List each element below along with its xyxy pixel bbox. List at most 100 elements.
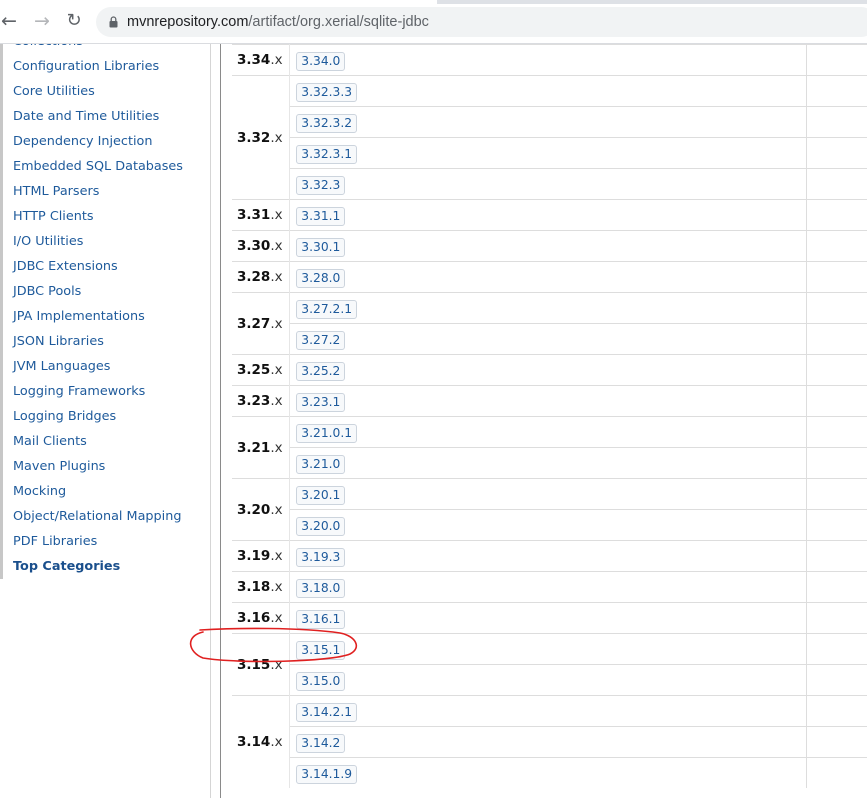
version-link[interactable]: 3.14.2: [296, 733, 346, 753]
sidebar-item-json-libraries[interactable]: JSON Libraries: [0, 329, 212, 354]
version-group-label: 3.14.x: [232, 695, 291, 788]
version-link[interactable]: 3.32.3: [296, 175, 346, 195]
version-link[interactable]: 3.28.0: [296, 268, 346, 288]
sidebar-item-core-utilities[interactable]: Core Utilities: [0, 79, 212, 104]
sidebar-item-jdbc-extensions[interactable]: JDBC Extensions: [0, 254, 212, 279]
version-group-number: 3.14: [237, 734, 271, 750]
version-link-cell: 3.34.0: [289, 44, 807, 76]
version-link-cell: 3.32.3.2: [289, 106, 807, 138]
version-link[interactable]: 3.20.1: [296, 485, 346, 505]
content-divider: [220, 44, 221, 798]
version-extra-cell: [806, 137, 867, 169]
version-row: 3.32.x 3.32.3.3: [232, 75, 867, 200]
version-link[interactable]: 3.34.0: [296, 51, 346, 71]
address-bar[interactable]: mvnrepository.com/artifact/org.xerial/sq…: [96, 7, 867, 37]
sidebar-item-mocking[interactable]: Mocking: [0, 479, 212, 504]
sidebar-item-jvm-languages[interactable]: JVM Languages: [0, 354, 212, 379]
version-group-label: 3.16.x: [232, 602, 291, 634]
version-group-number: 3.34: [237, 52, 271, 68]
sidebar-item-i-o-utilities[interactable]: I/O Utilities: [0, 229, 212, 254]
version-group-number: 3.15: [237, 656, 271, 673]
versions-table-container: 3.35.x3.35.03.34.x3.34.03.32.x3.32.3.33.…: [232, 44, 867, 798]
version-link[interactable]: 3.16.1: [296, 609, 346, 629]
version-link[interactable]: 3.18.0: [296, 578, 346, 598]
version-link[interactable]: 3.23.1: [296, 392, 346, 412]
version-link[interactable]: 3.21.0: [296, 454, 346, 474]
version-group-suffix: .x: [270, 393, 283, 409]
version-link[interactable]: 3.14.1.9: [296, 764, 358, 784]
version-link[interactable]: 3.20.0: [296, 516, 346, 536]
tab-strip: [0, 0, 867, 4]
version-row: 3.14.1.9: [232, 757, 867, 788]
version-link-cell: 3.30.1: [289, 230, 807, 262]
version-link[interactable]: 3.32.3.2: [296, 113, 358, 133]
sidebar-item-logging-bridges[interactable]: Logging Bridges: [0, 404, 212, 429]
sidebar-item-jpa-implementations[interactable]: JPA Implementations: [0, 304, 212, 329]
back-arrow-icon[interactable]: ←: [0, 8, 22, 34]
version-row: 3.34.x 3.34.0: [232, 44, 867, 76]
version-group-suffix: .x: [270, 269, 283, 285]
version-group-label: 3.27.x: [232, 292, 291, 355]
version-link[interactable]: 3.25.2: [296, 361, 346, 381]
version-row: 3.21.0: [232, 447, 867, 479]
version-link[interactable]: 3.31.1: [296, 206, 346, 226]
sidebar-item-configuration-libraries[interactable]: Configuration Libraries: [0, 54, 212, 79]
version-group-label: 3.15.x: [232, 633, 291, 696]
sidebar-item-pdf-libraries[interactable]: PDF Libraries: [0, 529, 212, 554]
version-link-cell: 3.20.1: [289, 478, 807, 510]
sidebar-item-logging-frameworks[interactable]: Logging Frameworks: [0, 379, 212, 404]
version-group-label: 3.21.x: [232, 416, 291, 479]
version-link[interactable]: 3.15.0: [296, 671, 346, 691]
version-group-number: 3.23: [237, 393, 271, 409]
version-group-number: 3.19: [237, 548, 271, 564]
version-extra-cell: [806, 416, 867, 448]
sidebar-item-jdbc-pools[interactable]: JDBC Pools: [0, 279, 212, 304]
version-extra-cell: [806, 664, 867, 696]
version-group-suffix: .x: [270, 238, 283, 254]
version-group-suffix: .x: [270, 610, 283, 626]
version-extra-cell: [806, 168, 867, 200]
version-link[interactable]: 3.32.3.3: [296, 82, 358, 102]
sidebar-item-html-parsers[interactable]: HTML Parsers: [0, 179, 212, 204]
version-group-suffix: .x: [270, 548, 283, 564]
version-link[interactable]: 3.27.2: [296, 330, 346, 350]
sidebar-item-embedded-sql-databases[interactable]: Embedded SQL Databases: [0, 154, 212, 179]
forward-arrow-icon[interactable]: →: [29, 8, 55, 34]
version-extra-cell: [806, 385, 867, 417]
version-group-number: 3.32: [237, 129, 271, 146]
sidebar-item-dependency-injection[interactable]: Dependency Injection: [0, 129, 212, 154]
sidebar-item-http-clients[interactable]: HTTP Clients: [0, 204, 212, 229]
version-row: 3.27.2: [232, 323, 867, 355]
version-extra-cell: [806, 230, 867, 262]
version-extra-cell: [806, 323, 867, 355]
version-link[interactable]: 3.15.1: [296, 640, 346, 660]
version-link[interactable]: 3.27.2.1: [296, 299, 358, 319]
version-link[interactable]: 3.21.0.1: [296, 423, 358, 443]
version-row: 3.21.x 3.21.0.1: [232, 416, 867, 479]
sidebar-item-mail-clients[interactable]: Mail Clients: [0, 429, 212, 454]
version-row: 3.14.2: [232, 726, 867, 758]
version-link[interactable]: 3.32.3.1: [296, 144, 358, 164]
version-link[interactable]: 3.30.1: [296, 237, 346, 257]
sidebar-item-object-relational-mapping[interactable]: Object/Relational Mapping: [0, 504, 212, 529]
version-group-label: 3.34.x: [232, 44, 291, 76]
sidebar-item-collections[interactable]: Collections: [0, 44, 212, 54]
version-link-cell: 3.27.2: [289, 323, 807, 355]
sidebar-heading-top-categories[interactable]: Top Categories: [0, 554, 212, 579]
sidebar-item-maven-plugins[interactable]: Maven Plugins: [0, 454, 212, 479]
version-group-suffix: .x: [270, 439, 283, 456]
version-extra-cell: [806, 602, 867, 634]
sidebar-divider: [210, 44, 211, 798]
version-extra-cell: [806, 199, 867, 231]
version-link[interactable]: 3.14.2.1: [296, 702, 358, 722]
sidebar-item-date-and-time-utilities[interactable]: Date and Time Utilities: [0, 104, 212, 129]
version-link-cell: 3.21.0: [289, 447, 807, 479]
version-link-cell: 3.27.2.1: [289, 292, 807, 324]
reload-icon[interactable]: ↻: [61, 8, 87, 34]
version-link-cell: 3.31.1: [289, 199, 807, 231]
version-group-label: 3.18.x: [232, 571, 291, 603]
version-row: 3.32.3.1: [232, 137, 867, 169]
version-link-cell: 3.14.2: [289, 726, 807, 758]
version-link[interactable]: 3.19.3: [296, 547, 346, 567]
version-extra-cell: [806, 478, 867, 510]
